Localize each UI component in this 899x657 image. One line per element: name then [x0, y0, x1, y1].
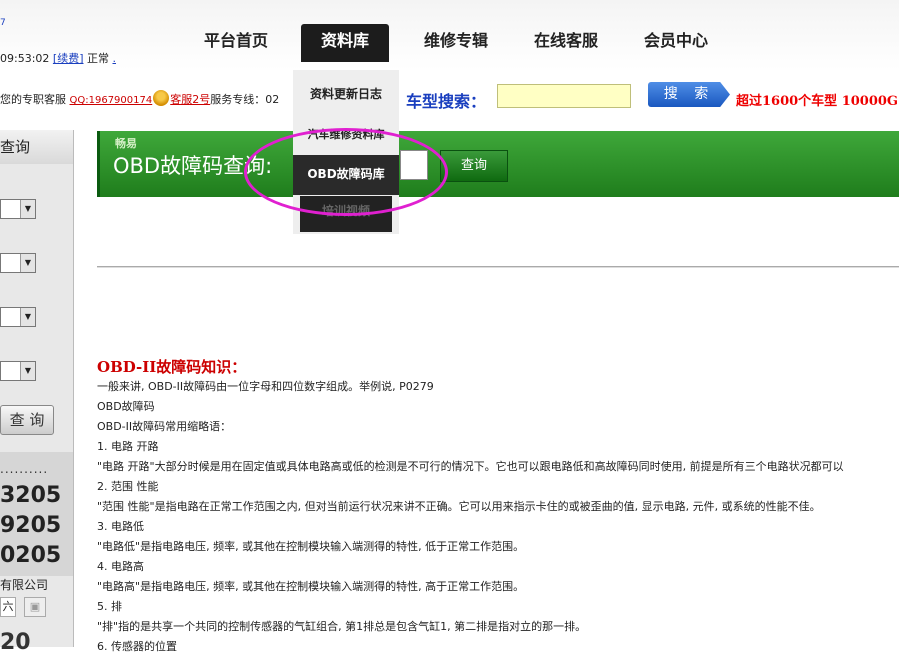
dropdown-item-training[interactable]: 培训视频	[300, 196, 392, 232]
car-search-button[interactable]: 搜 索	[648, 82, 730, 107]
content-line: 4. 电路高	[97, 560, 144, 573]
nav-repair[interactable]: 维修专辑	[410, 24, 502, 62]
content-line: 2. 范围 性能	[97, 480, 159, 493]
clock-digits: 20	[0, 630, 31, 655]
content-line: OBD-II故障码常用缩略语：	[97, 420, 232, 433]
weekday-label: 六	[0, 597, 16, 617]
series-select[interactable]: ▼	[0, 253, 36, 273]
section-title: OBD-II故障码知识：	[97, 358, 247, 376]
content-line: 3. 电路低	[97, 520, 144, 533]
qq-link[interactable]: QQ:1967900174	[70, 95, 153, 106]
corner-mark: 7	[0, 18, 6, 28]
content-line: 6. 传感器的位置	[97, 640, 177, 653]
content-line: OBD故障码	[97, 400, 155, 413]
left-panel-header: 查询	[0, 130, 73, 164]
dropdown-item-car-repair[interactable]: 汽车维修资料库	[293, 126, 399, 142]
company-text: 有限公司	[0, 578, 49, 592]
brand-select[interactable]: ▼	[0, 199, 36, 219]
qq-penguin-icon	[153, 90, 170, 106]
dropdown-item-obd[interactable]: OBD故障码库	[293, 155, 399, 195]
counter-number: 0205	[0, 543, 62, 568]
service-line: 您的专职客服 QQ:1967900174 客服2号服务专线：02	[0, 90, 279, 107]
content-line: "电路低"是指电路电压, 频率, 或其他在控制模块输入端测得的特性, 低于正常工…	[97, 540, 525, 553]
chevron-down-icon: ▼	[20, 308, 35, 326]
content-line: "电路高"是指电路电压, 频率, 或其他在控制模块输入端测得的特性, 高于正常工…	[97, 580, 525, 593]
divider	[97, 266, 899, 268]
content-line: 5. 排	[97, 600, 122, 613]
content-line: "电路 开路"大部分时候是用在固定值或具体电路高或低的检测是不可行的情况下。它也…	[97, 460, 844, 473]
counter-dots: ..........	[0, 462, 49, 476]
model-select[interactable]: ▼	[0, 307, 36, 327]
nav-library[interactable]: 资料库	[301, 24, 389, 62]
obd-query-button[interactable]: 查询	[440, 150, 508, 182]
chevron-down-icon: ▼	[20, 362, 35, 380]
counter-number: 9205	[0, 513, 62, 538]
chevron-down-icon: ▼	[20, 254, 35, 272]
car-search-label: 车型搜索：	[406, 92, 487, 111]
banner-brand: 畅易	[115, 137, 137, 150]
nav-member[interactable]: 会员中心	[630, 24, 722, 62]
content-line: 一般来讲, OBD-II故障码由一位字母和四位数字组成。举例说, P0279	[97, 380, 434, 393]
status-time: 09:53:02	[0, 52, 50, 65]
content-line: 1. 电路 开路	[97, 440, 159, 453]
status-line: 09:53:02 [续费] 正常 .	[0, 50, 116, 66]
chevron-down-icon: ▼	[20, 200, 35, 218]
obd-knowledge-section: OBD-II故障码知识： 一般来讲, OBD-II故障码由一位字母和四位数字组成…	[97, 357, 899, 657]
calendar-icon: ▣	[24, 597, 46, 617]
obd-code-input[interactable]	[400, 150, 428, 180]
promo-text: 超过1600个车型 10000G	[736, 94, 899, 109]
car-search-input[interactable]	[497, 84, 631, 108]
banner-title: OBD故障码查询:	[113, 154, 273, 178]
status-state: 正常	[87, 52, 109, 65]
nav-home[interactable]: 平台首页	[190, 24, 282, 62]
status-extra-link[interactable]: .	[113, 52, 117, 65]
content-line: "范围 性能"是指电路在正常工作范围之内, 但对当前运行状况来讲不正确。它可以用…	[97, 500, 821, 513]
service-prefix: 您的专职客服	[0, 93, 66, 106]
dropdown-item-update-log[interactable]: 资料更新日志	[293, 85, 399, 102]
year-select[interactable]: ▼	[0, 361, 36, 381]
renew-link[interactable]: [续费]	[53, 52, 84, 65]
counter-number: 3205	[0, 483, 62, 508]
hotline-text: 服务专线：02	[210, 93, 280, 106]
agent-link[interactable]: 客服2号	[170, 93, 210, 106]
nav-online-service[interactable]: 在线客服	[520, 24, 612, 62]
content-line: "排"指的是共享一个共同的控制传感器的气缸组合, 第1排总是包含气缸1, 第二排…	[97, 620, 587, 633]
left-query-button[interactable]: 查 询	[0, 405, 54, 435]
